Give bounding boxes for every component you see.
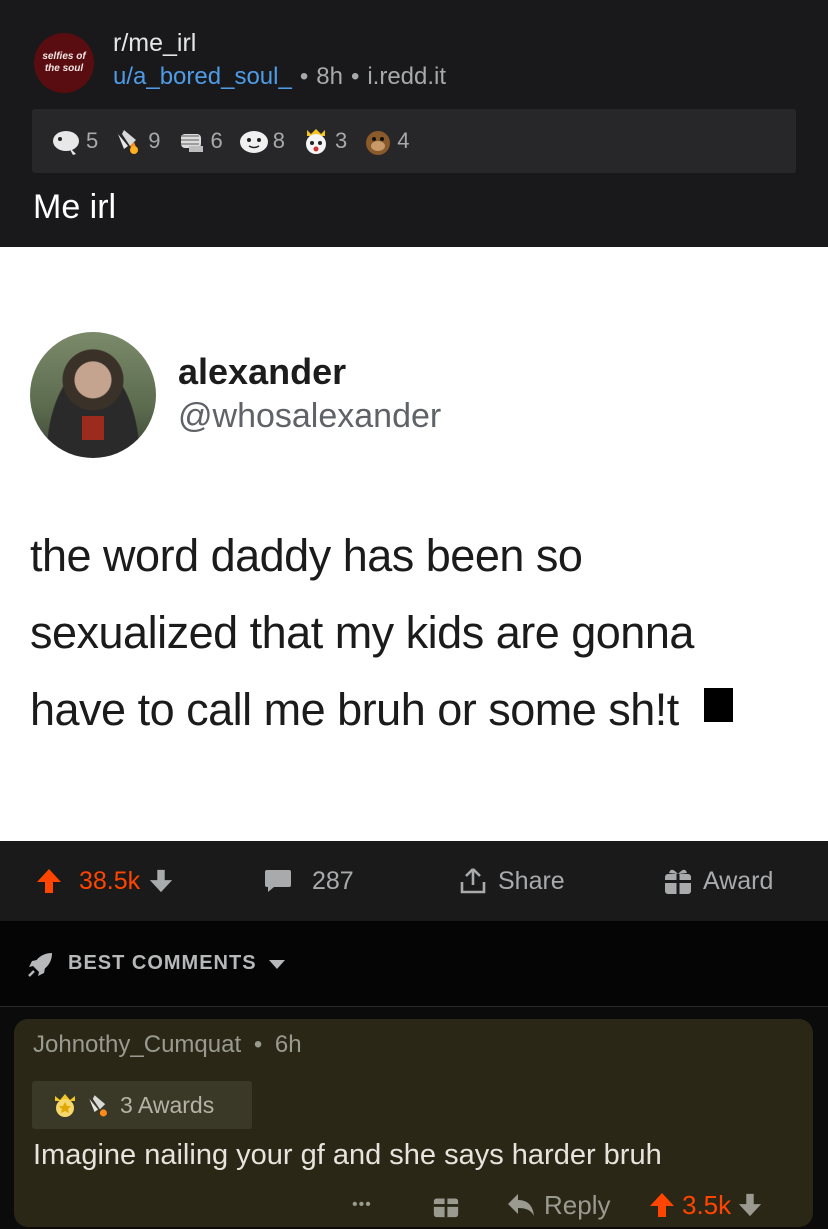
dog-award-icon	[366, 131, 391, 155]
comment-author[interactable]: Johnothy_Cumquat	[33, 1031, 241, 1058]
surprised-crown-icon	[306, 129, 326, 154]
gift-icon	[433, 1198, 459, 1218]
tweet-text: the word daddy has been so sexualized th…	[30, 517, 800, 748]
post-meta: u/a_bored_soul_ • 8h • i.redd.it	[113, 63, 446, 91]
award-count: 5	[86, 128, 99, 153]
post-action-bar: 38.5k 287 Share Award	[0, 841, 828, 921]
subreddit-avatar[interactable]: selfies of the soul	[34, 33, 94, 93]
meta-separator: •	[253, 1031, 263, 1058]
downvote-arrow-icon[interactable]	[737, 1192, 763, 1218]
post-domain[interactable]: i.redd.it	[367, 63, 446, 90]
share-icon	[460, 868, 486, 894]
vote-controls: 38.5k	[35, 841, 184, 921]
tweet-avatar	[30, 332, 156, 458]
comment-vote-controls: 3.5k	[648, 1183, 763, 1227]
reply-button[interactable]: Reply	[506, 1183, 610, 1227]
comment-bubble-icon	[265, 870, 291, 892]
comment-score: 3.5k	[682, 1189, 732, 1220]
comment-age: 6h	[274, 1031, 302, 1058]
tweet-line: have to call me bruh or some sh!t	[30, 684, 679, 735]
subreddit-avatar-text: selfies of the soul	[42, 51, 86, 74]
downvote-arrow-icon[interactable]	[148, 868, 174, 894]
post-image[interactable]: alexander @whosalexander the word daddy …	[0, 247, 828, 841]
comment-actions: ••• Reply 3.5k	[14, 1183, 813, 1227]
comment-awards-count: 3 Awards	[120, 1091, 215, 1118]
upvote-arrow-icon[interactable]	[35, 867, 63, 895]
tweet-author-name: alexander	[178, 351, 347, 392]
tweet-author-handle: @whosalexander	[178, 397, 442, 435]
post-awards-bar[interactable]: 5 9 6 8 3 4	[32, 109, 796, 173]
wholesome-seal-icon	[53, 131, 79, 155]
comment-awards[interactable]: 3 Awards	[32, 1081, 252, 1129]
award-count: 4	[397, 128, 410, 153]
post-score: 38.5k	[79, 866, 141, 895]
award-label: Award	[703, 866, 774, 895]
award-button[interactable]: Award	[663, 841, 773, 921]
award-item[interactable]: 6	[175, 124, 223, 158]
award-count: 3	[335, 128, 348, 153]
upvote-arrow-icon[interactable]	[648, 1191, 676, 1219]
award-item[interactable]: 5	[50, 124, 98, 158]
award-count: 9	[148, 128, 161, 153]
award-item[interactable]: 4	[361, 124, 410, 158]
comment-body: Imagine nailing your gf and she says har…	[33, 1139, 662, 1171]
rocket-like-icon	[89, 1095, 107, 1117]
comments-button[interactable]: 287	[264, 841, 354, 921]
award-count: 8	[272, 128, 285, 153]
comment-card[interactable]: Johnothy_Cumquat • 6h 3 Awards Imagine n…	[14, 1019, 813, 1227]
comment-meta: Johnothy_Cumquat • 6h	[33, 1031, 302, 1059]
comments-count: 287	[312, 866, 354, 895]
post-age: 8h	[316, 63, 343, 90]
sort-label: BEST COMMENTS	[68, 952, 257, 974]
comment-sort-bar[interactable]: BEST COMMENTS	[0, 921, 828, 1007]
share-label: Share	[498, 866, 565, 895]
post-author[interactable]: u/a_bored_soul_	[113, 63, 292, 90]
face-award-icon	[239, 131, 268, 153]
reply-label: Reply	[544, 1189, 611, 1220]
rocket-like-icon	[118, 130, 139, 154]
post-title[interactable]: Me irl	[33, 188, 116, 227]
censor-block	[704, 688, 733, 722]
post-header: selfies of the soul r/me_irl u/a_bored_s…	[0, 0, 828, 247]
chevron-down-icon	[268, 959, 285, 969]
more-options-button[interactable]: •••	[352, 1183, 372, 1227]
rocket-icon	[28, 952, 52, 977]
meta-separator: •	[350, 63, 360, 90]
award-item[interactable]: 9	[112, 124, 161, 158]
respect-fist-icon	[180, 134, 203, 152]
tweet-line: the word daddy has been so	[30, 530, 583, 581]
share-button[interactable]: Share	[458, 841, 565, 921]
award-item[interactable]: 8	[237, 124, 285, 158]
meta-separator: •	[299, 63, 309, 90]
reply-arrow-icon	[508, 1194, 534, 1216]
subreddit-name[interactable]: r/me_irl	[113, 29, 196, 58]
tweet-line: sexualized that my kids are gonna	[30, 607, 694, 658]
award-count: 6	[210, 128, 223, 153]
more-options-icon: •••	[352, 1196, 372, 1213]
award-item[interactable]: 3	[299, 124, 347, 158]
gift-icon	[665, 869, 691, 894]
star-award-icon	[55, 1094, 75, 1117]
comment-award-button[interactable]	[432, 1183, 460, 1227]
